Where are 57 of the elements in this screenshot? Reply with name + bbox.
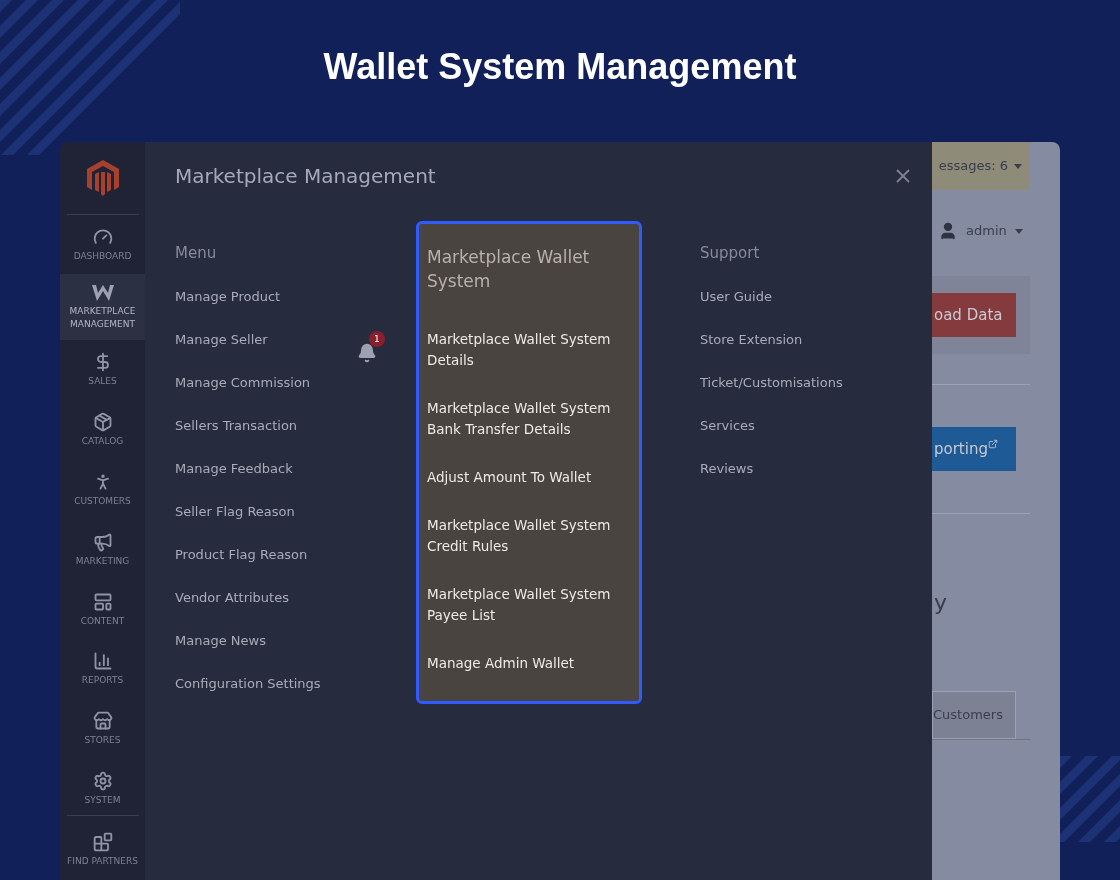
bar-chart-icon	[92, 651, 113, 672]
menu-link[interactable]: Vendor Attributes	[175, 587, 289, 608]
sidebar-item[interactable]: CATALOG	[60, 400, 145, 460]
sidebar-item[interactable]: SALES	[60, 340, 145, 401]
menu-link[interactable]: Manage Seller	[175, 329, 268, 350]
menu-link[interactable]: Store Extension	[700, 329, 803, 350]
sidebar-item[interactable]: DASHBOARD	[60, 214, 145, 275]
menu-link[interactable]: Marketplace Wallet System Bank Transfer Details	[427, 398, 631, 440]
hexagon-logo-icon	[86, 159, 119, 196]
menu-link[interactable]: Reviews	[700, 458, 754, 479]
menu-link[interactable]: Marketplace Wallet System Details	[427, 329, 631, 371]
store-icon	[92, 711, 113, 732]
menu-link[interactable]: Marketplace Wallet System Credit Rules	[427, 515, 631, 557]
sidebar-item[interactable]: STORES	[60, 699, 145, 760]
menu-link[interactable]: User Guide	[700, 286, 772, 307]
menu-link[interactable]: Marketplace Wallet System Payee List	[427, 584, 631, 626]
user-icon	[938, 221, 958, 241]
blocks-icon	[92, 832, 113, 852]
menu-link[interactable]: Manage Commission	[175, 372, 311, 393]
sidebar-item[interactable]: FIND PARTNERS	[60, 820, 145, 880]
menu-link[interactable]: Services	[700, 415, 755, 436]
sidebar-item[interactable]: REPORTS	[60, 639, 145, 700]
bell-icon[interactable]	[357, 343, 377, 363]
sidebar-item[interactable]: MARKETPLACE MANAGEMENT	[60, 274, 145, 341]
user-name[interactable]: admin	[966, 221, 1007, 241]
column-heading: Marketplace Wallet System	[427, 246, 591, 293]
caret-icon	[1014, 228, 1023, 234]
notification-badge: 1	[369, 331, 385, 347]
menu-link[interactable]: Manage Product	[175, 286, 281, 307]
menu-link[interactable]: Manage Admin Wallet	[427, 653, 631, 674]
zigzag-icon	[90, 283, 115, 302]
box-icon	[92, 412, 113, 432]
column-heading: Support	[700, 243, 761, 264]
menu-link[interactable]: Adjust Amount To Wallet	[427, 467, 631, 488]
page-heading: Wallet System Management	[323, 45, 797, 89]
layout-icon	[92, 591, 113, 612]
load-data-button[interactable]: oad Data	[932, 293, 1016, 337]
sidebar-item[interactable]: CONTENT	[60, 579, 145, 640]
menu-link[interactable]: Product Flag Reason	[175, 544, 308, 565]
menu-link[interactable]: Ticket/Customisations	[700, 372, 843, 393]
caret-icon	[1014, 163, 1022, 169]
settings-icon	[92, 771, 113, 792]
column-heading: Menu	[175, 243, 218, 264]
menu-link[interactable]: Configuration Settings	[175, 673, 321, 694]
gauge-icon	[92, 226, 113, 247]
menu-link[interactable]: Sellers Transaction	[175, 415, 298, 436]
menu-link[interactable]: Manage Feedback	[175, 458, 293, 479]
external-link-icon	[987, 439, 998, 449]
panel-title: Marketplace Management	[175, 163, 436, 190]
menu-link[interactable]: Manage News	[175, 630, 266, 651]
text-fragment: y	[933, 589, 949, 617]
menu-link[interactable]: Seller Flag Reason	[175, 501, 295, 522]
megaphone-icon	[92, 531, 113, 552]
sidebar-item[interactable]: SYSTEM	[60, 759, 145, 820]
reporting-button[interactable]: porting	[932, 427, 1016, 471]
sidebar-item[interactable]: CUSTOMERS	[60, 459, 145, 520]
sidebar-item[interactable]: MARKETING	[60, 519, 145, 580]
